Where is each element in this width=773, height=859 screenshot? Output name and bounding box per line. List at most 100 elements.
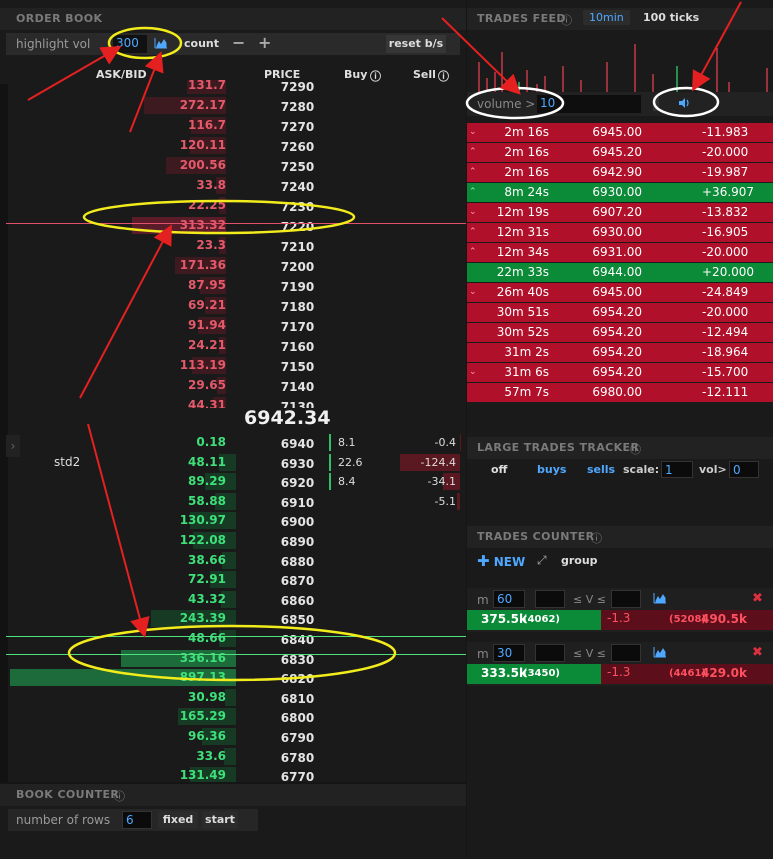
ask-row[interactable]: 69.21 7180 xyxy=(0,296,466,316)
bid-row[interactable]: 0.18 6940 8.1 -0.4 xyxy=(0,433,466,453)
trade-row[interactable]: ⌄ 12m 19s 6907.20 -13.832 xyxy=(467,203,773,222)
ask-row[interactable]: 113.19 7150 xyxy=(0,356,466,376)
bid-row[interactable]: 122.08 6890 xyxy=(0,531,466,551)
trade-row[interactable]: ⌄ 31m 6s 6954.20 -15.700 xyxy=(467,363,773,382)
bid-row[interactable]: 48.66 6840 xyxy=(0,629,466,649)
volume-filter-input[interactable]: 10 xyxy=(537,95,641,113)
ask-qty: 44.31 xyxy=(188,397,226,409)
ask-row[interactable]: 131.7 7290 xyxy=(0,80,466,95)
ask-qty: 272.17 xyxy=(179,97,226,112)
trade-row[interactable]: 30m 52s 6954.20 -12.494 xyxy=(467,323,773,342)
bid-row[interactable]: 130.97 6900 xyxy=(0,511,466,531)
buy-text: 22.6 xyxy=(338,455,363,469)
bid-row[interactable]: 89.29 6920 8.4 -34.1 xyxy=(0,472,466,492)
sound-toggle-icon[interactable] xyxy=(677,96,691,113)
ask-row[interactable]: 200.56 7250 xyxy=(0,156,466,176)
ask-qty: 113.19 xyxy=(179,357,226,372)
bid-row[interactable]: 43.32 6860 xyxy=(0,590,466,610)
ask-row[interactable]: 171.36 7200 xyxy=(0,256,466,276)
chevron-down-icon: ⌄ xyxy=(469,207,477,217)
trade-row[interactable]: ⌃ 2m 16s 6942.90 -19.987 xyxy=(467,163,773,182)
bid-qty: 43.32 xyxy=(188,591,226,606)
bid-row[interactable]: 243.39 6850 xyxy=(0,609,466,629)
expand-icon[interactable]: ⤢ xyxy=(537,553,547,568)
bid-row[interactable]: 131.49 6770 xyxy=(0,766,466,782)
ask-qty: 23.3 xyxy=(196,237,226,252)
trade-price: 6945.00 xyxy=(592,285,642,299)
bid-row[interactable]: 165.29 6800 xyxy=(0,707,466,727)
ask-row[interactable]: 87.95 7190 xyxy=(0,276,466,296)
range-10min-tab[interactable]: 10min xyxy=(583,10,630,25)
ask-row[interactable]: 29.65 7140 xyxy=(0,376,466,396)
count-toggle[interactable]: count xyxy=(184,37,219,50)
bid-row[interactable]: 897.13 6820 xyxy=(0,668,466,688)
ask-row[interactable]: 33.8 7240 xyxy=(0,176,466,196)
scale-input[interactable]: 1 xyxy=(661,461,693,478)
bid-row[interactable]: 58.88 6910 -5.1 xyxy=(0,492,466,512)
large-trades-sells[interactable]: sells xyxy=(587,463,615,476)
bid-row[interactable]: 48.11 6930 22.6 -124.4 xyxy=(0,453,466,473)
trade-row[interactable]: ⌃ 8m 24s 6930.00 +36.907 xyxy=(467,183,773,202)
group-button[interactable]: group xyxy=(561,554,598,567)
bid-row[interactable]: 336.16 6830 xyxy=(0,649,466,669)
trade-row[interactable]: 22m 33s 6944.00 +20.000 xyxy=(467,263,773,282)
bid-row[interactable]: 96.36 6790 xyxy=(0,727,466,747)
order-book-title: ORDER BOOK xyxy=(16,12,103,25)
ask-rows: 131.7 7290 272.17 7280 116.7 7270 120.11 7260 20… xyxy=(0,80,466,408)
ask-row[interactable]: 44.31 7130 xyxy=(0,396,466,409)
chart-icon[interactable] xyxy=(653,646,667,661)
trade-row[interactable]: ⌃ 12m 31s 6930.00 -16.905 xyxy=(467,223,773,242)
reset-bs-button[interactable]: reset b/s xyxy=(386,35,446,53)
bid-row[interactable]: 72.91 6870 xyxy=(0,570,466,590)
close-icon[interactable]: ✖ xyxy=(752,645,763,660)
ask-row[interactable]: 272.17 7280 xyxy=(0,96,466,116)
close-icon[interactable]: ✖ xyxy=(752,591,763,606)
trade-row[interactable]: ⌃ 2m 16s 6945.20 -20.000 xyxy=(467,143,773,162)
minus-button[interactable]: − xyxy=(232,33,245,52)
counter-max-input[interactable] xyxy=(611,590,641,608)
ask-row[interactable]: 23.3 7210 xyxy=(0,236,466,256)
ask-row[interactable]: 116.7 7270 xyxy=(0,116,466,136)
trade-row[interactable]: ⌄ 2m 16s 6945.00 -11.983 xyxy=(467,123,773,142)
ask-row[interactable]: 22.25 7230 xyxy=(0,196,466,216)
plus-button[interactable]: + xyxy=(258,33,271,52)
ask-row[interactable]: 91.94 7170 xyxy=(0,316,466,336)
counter-max-input[interactable] xyxy=(611,644,641,662)
trade-price: 6954.20 xyxy=(592,345,642,359)
ask-qty: 33.8 xyxy=(196,177,226,192)
counter-min-input[interactable] xyxy=(535,590,565,608)
fixed-button[interactable]: fixed xyxy=(158,811,198,829)
bid-row[interactable]: 30.98 6810 xyxy=(0,688,466,708)
range-ticks-tab[interactable]: 100 ticks xyxy=(643,11,699,24)
new-counter-button[interactable]: ✚ NEW xyxy=(477,552,525,570)
highlight-vol-input[interactable]: 300 xyxy=(113,35,147,53)
counter-m-input[interactable]: 60 xyxy=(493,590,525,608)
trade-row[interactable]: ⌄ 26m 40s 6945.00 -24.849 xyxy=(467,283,773,302)
ask-row[interactable]: 120.11 7260 xyxy=(0,136,466,156)
bid-row[interactable]: 33.6 6780 xyxy=(0,747,466,767)
vol-input[interactable]: 0 xyxy=(729,461,759,478)
bid-qty: 336.16 xyxy=(179,650,226,665)
large-trades-off[interactable]: off xyxy=(491,463,507,476)
ask-price: 7150 xyxy=(280,359,315,374)
bid-rows: 0.18 6940 8.1 -0.4 48.11 6930 22.6 -124.4 89.29 6… xyxy=(0,433,466,782)
buy-value xyxy=(329,473,335,491)
counter-card: m 30 ≤ V ≤ ✖ 333.5k (3450) -1.3 (4461) 429.0k xyxy=(467,642,773,686)
rows-input[interactable]: 6 xyxy=(122,811,152,829)
start-button[interactable]: start xyxy=(202,811,238,829)
chevron-up-icon: ⌃ xyxy=(469,167,477,177)
trades-counter-info-icon: ⓘ xyxy=(591,532,602,545)
trade-row[interactable]: ⌃ 12m 34s 6931.00 -20.000 xyxy=(467,243,773,262)
counter-m-input[interactable]: 30 xyxy=(493,644,525,662)
chart-icon[interactable] xyxy=(653,592,667,607)
ask-row[interactable]: 313.32 7220 xyxy=(0,216,466,236)
ask-row[interactable]: 24.21 7160 xyxy=(0,336,466,356)
chart-icon[interactable] xyxy=(154,37,168,52)
trade-row[interactable]: 57m 7s 6980.00 -12.111 xyxy=(467,383,773,402)
bid-row[interactable]: 38.66 6880 xyxy=(0,551,466,571)
trade-row[interactable]: 31m 2s 6954.20 -18.964 xyxy=(467,343,773,362)
trade-row[interactable]: 30m 51s 6954.20 -20.000 xyxy=(467,303,773,322)
large-trades-buys[interactable]: buys xyxy=(537,463,566,476)
ask-price: 7280 xyxy=(280,99,315,114)
counter-min-input[interactable] xyxy=(535,644,565,662)
